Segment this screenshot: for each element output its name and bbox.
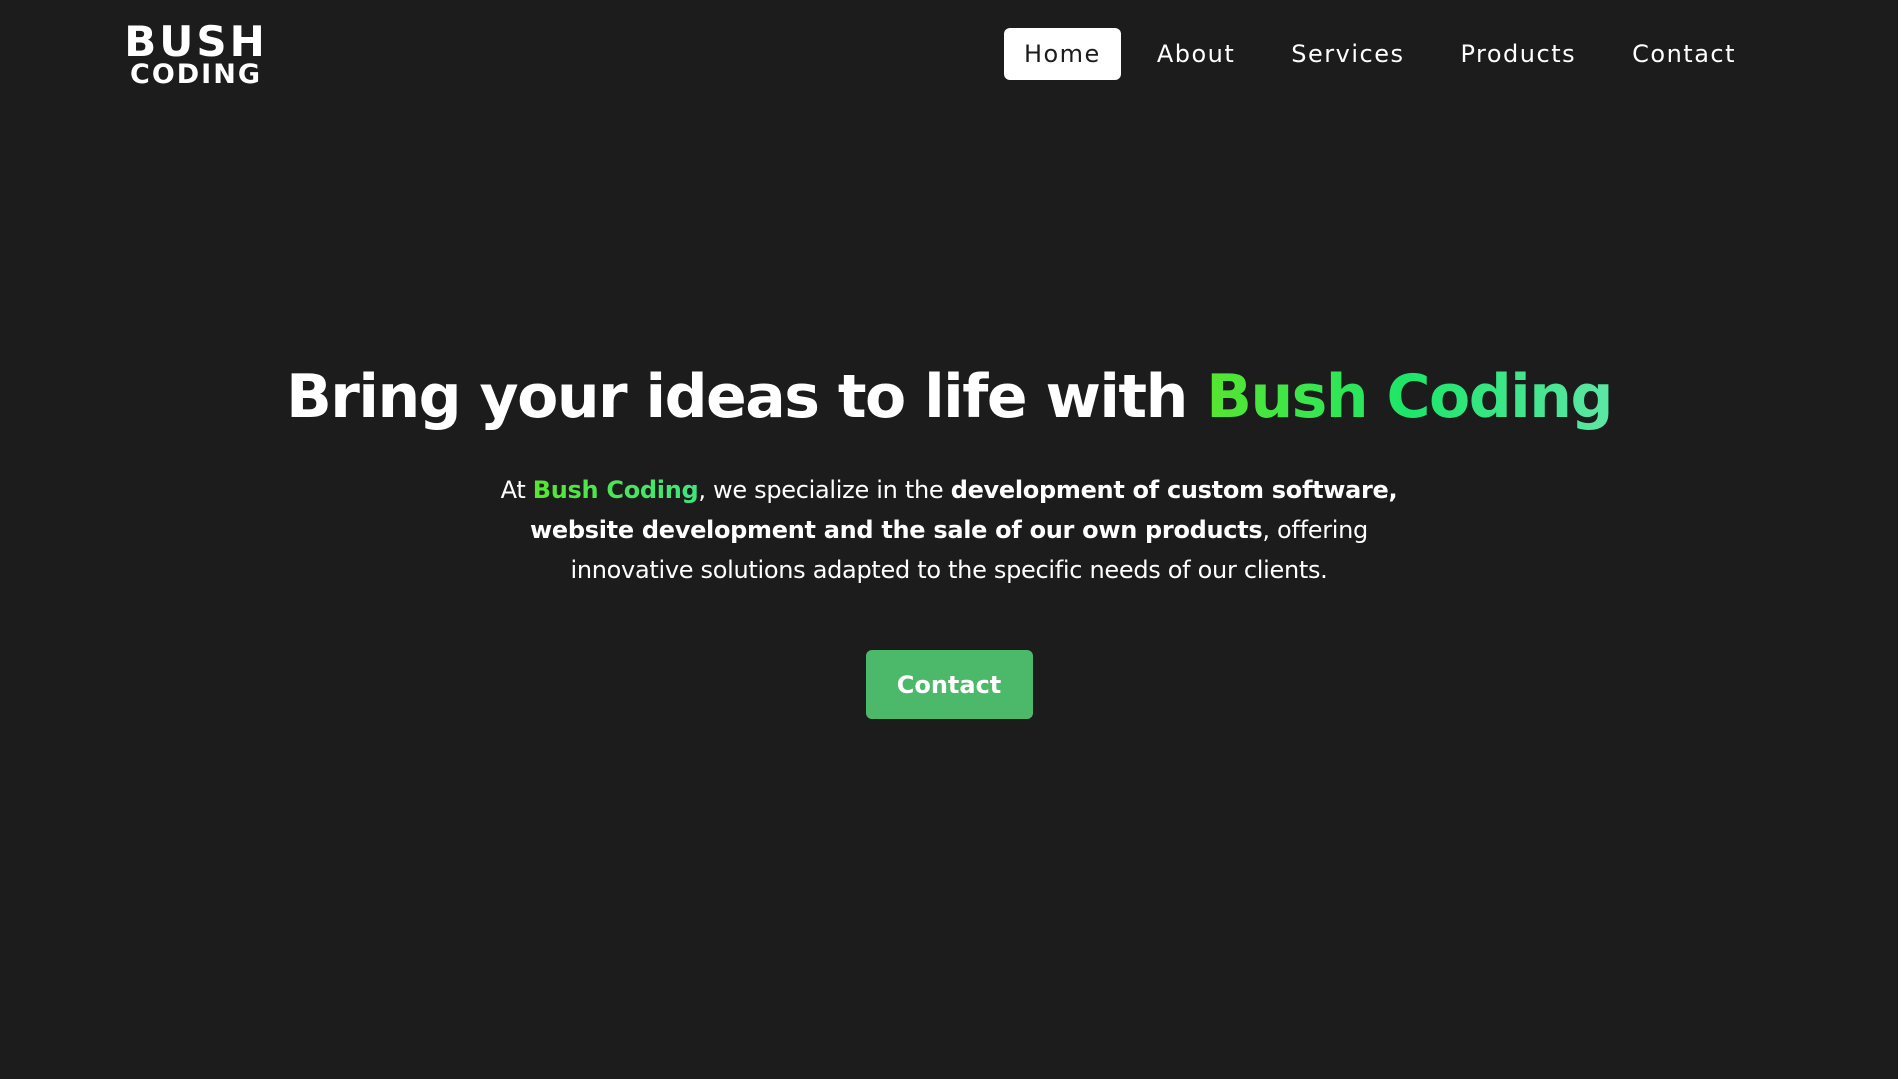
desc-brand: Bush Coding — [532, 476, 699, 504]
page: BUSH CODING Home About Services Products… — [0, 0, 1898, 1079]
nav-contact[interactable]: Contact — [1612, 28, 1756, 80]
bush-coding-logo[interactable]: BUSH CODING — [124, 20, 265, 90]
logo-line-2: CODING — [130, 58, 262, 90]
hero-description: At Bush Coding, we specialize in the dev… — [499, 470, 1399, 590]
desc-at: At — [500, 476, 533, 504]
hero-section: Bring your ideas to life with Bush Codin… — [0, 362, 1898, 719]
hero-title-prefix: Bring your ideas to life with — [286, 362, 1207, 432]
nav-about[interactable]: About — [1137, 28, 1255, 80]
hero-title: Bring your ideas to life with Bush Codin… — [0, 362, 1898, 432]
contact-button[interactable]: Contact — [865, 650, 1033, 719]
desc-mid: , we specialize in the — [698, 476, 951, 504]
nav-services[interactable]: Services — [1271, 28, 1424, 80]
nav-home[interactable]: Home — [1003, 28, 1121, 80]
hero-title-brand: Bush Coding — [1206, 362, 1613, 432]
main-nav: Home About Services Products Contact — [1003, 28, 1756, 80]
nav-products[interactable]: Products — [1440, 28, 1596, 80]
logo-line-1: BUSH — [124, 16, 268, 66]
